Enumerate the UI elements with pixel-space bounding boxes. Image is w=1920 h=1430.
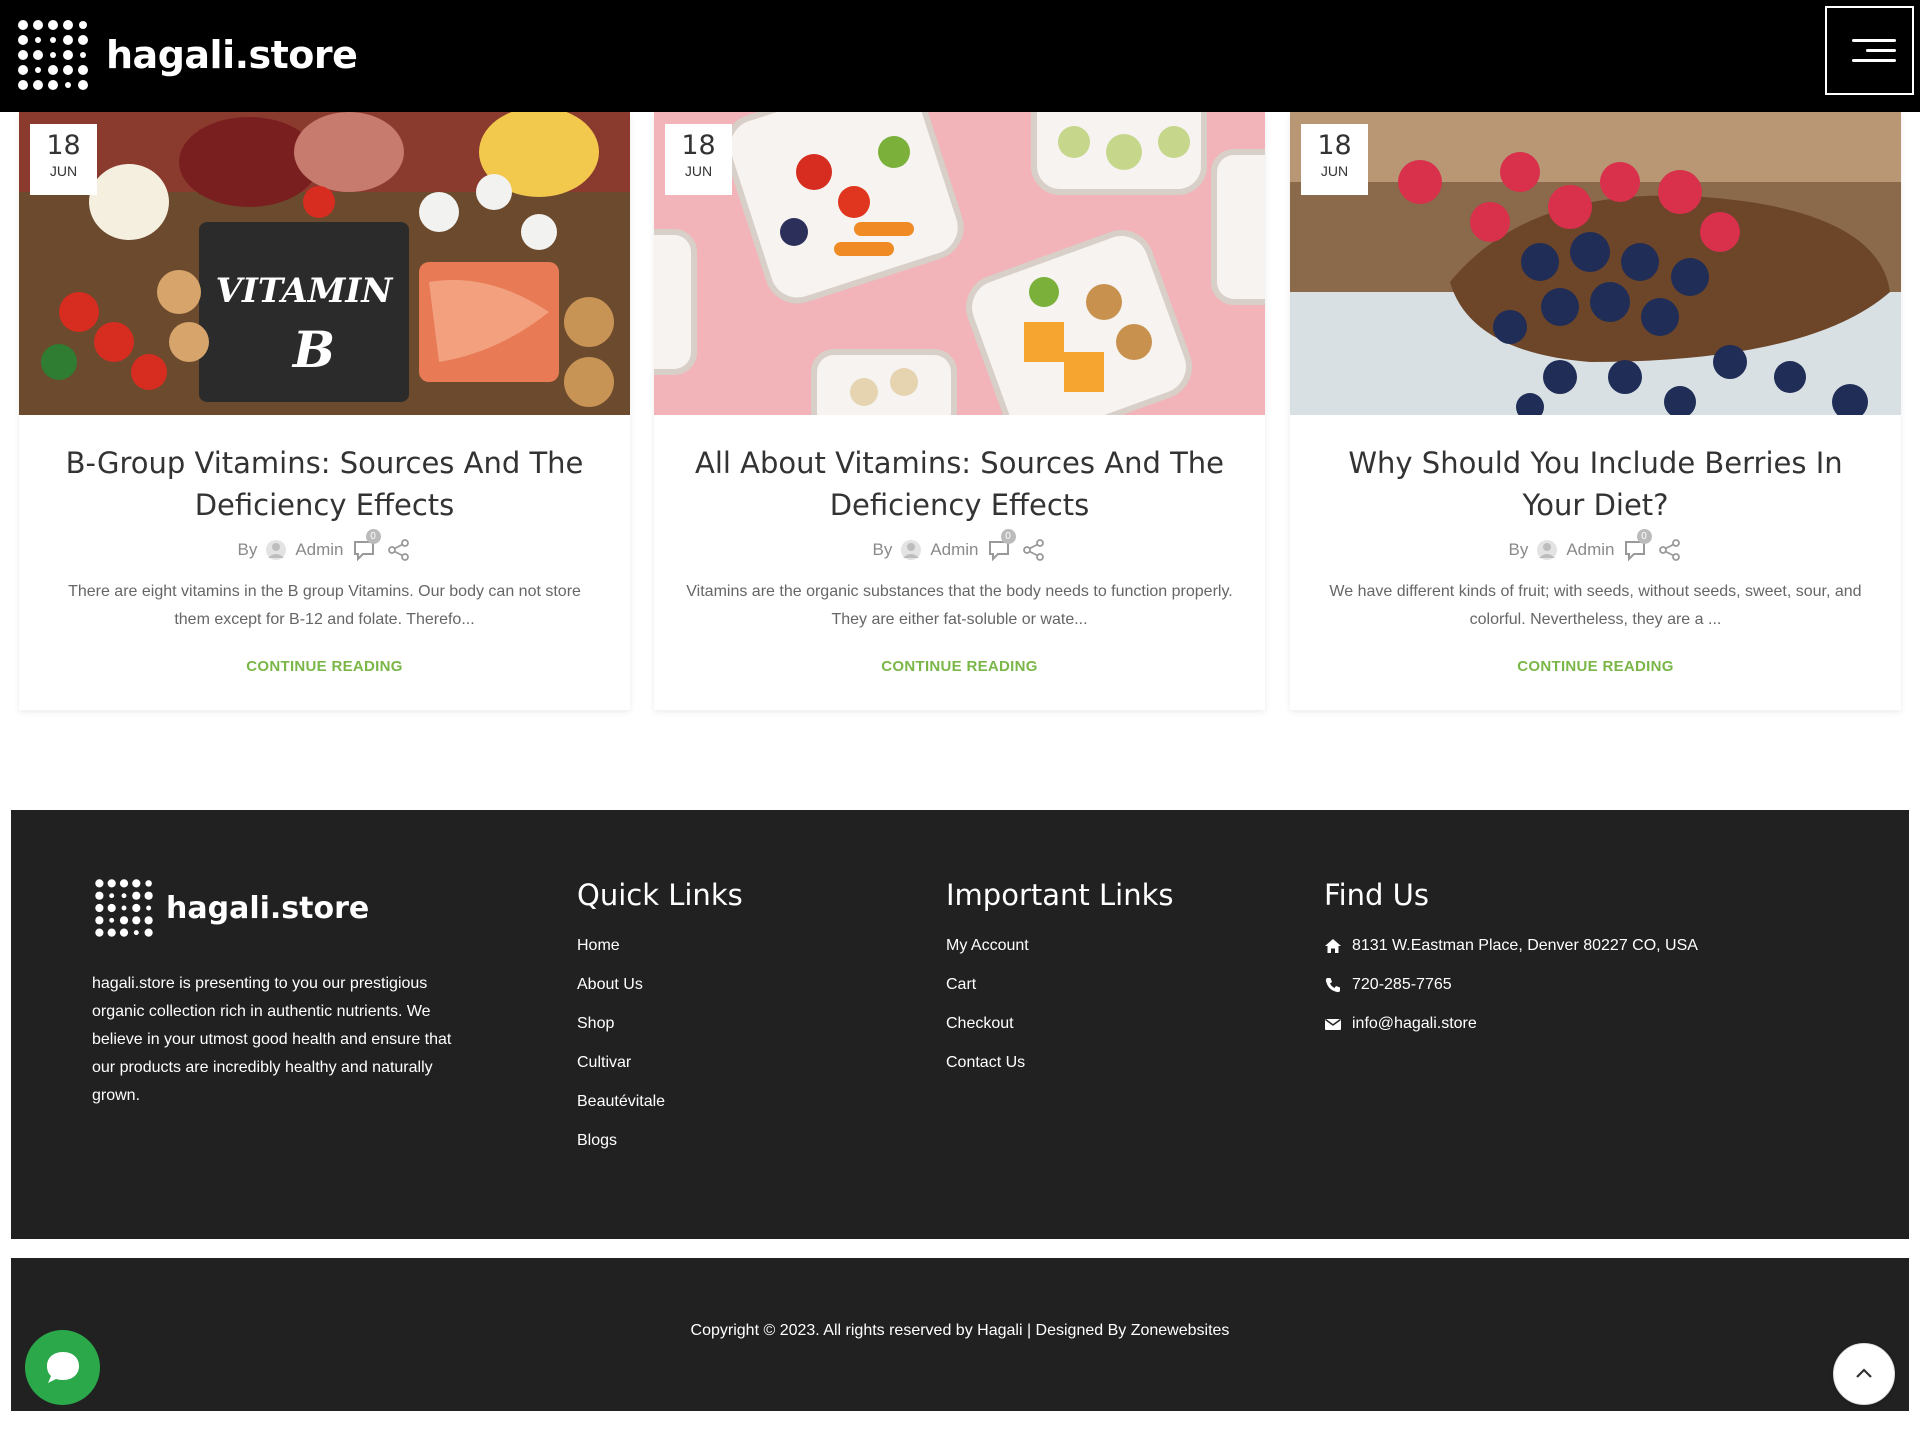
find-us-title: Find Us xyxy=(1324,878,1429,912)
logo-dots-icon xyxy=(18,20,88,90)
post-title[interactable]: B-Group Vitamins: Sources And The Defici… xyxy=(49,442,600,526)
footer-link-cultivar[interactable]: Cultivar xyxy=(577,1053,743,1073)
post-image[interactable]: VITAMIN B xyxy=(19,112,630,415)
share-icon[interactable] xyxy=(1657,537,1683,563)
post-meta: By Admin 0 xyxy=(654,529,1265,563)
copyright-text: Copyright © 2023. All rights reserved by… xyxy=(690,1322,1230,1339)
footer-link-shop[interactable]: Shop xyxy=(577,1014,743,1034)
post-excerpt: We have different kinds of fruit; with s… xyxy=(1329,583,1862,628)
post-date-badge: 18 JUN xyxy=(1301,124,1368,195)
post-card: VITAMIN B 18 JUN B-Group Vitamins: Sourc… xyxy=(19,112,630,710)
footer-address-text: 8131 W.Eastman Place, Denver 80227 CO, U… xyxy=(1352,937,1698,954)
comment-count: 0 xyxy=(365,529,381,544)
post-title[interactable]: All About Vitamins: Sources And The Defi… xyxy=(684,442,1235,526)
post-title[interactable]: Why Should You Include Berries In Your D… xyxy=(1320,442,1871,526)
share-icon[interactable] xyxy=(1021,537,1047,563)
post-author[interactable]: Admin xyxy=(1566,540,1614,560)
footer-link-contact-us[interactable]: Contact Us xyxy=(946,1053,1173,1073)
menu-button[interactable] xyxy=(1825,6,1914,95)
continue-reading-link[interactable]: CONTINUE READING xyxy=(1290,658,1901,675)
post-image[interactable] xyxy=(654,112,1265,415)
post-date-month: JUN xyxy=(684,163,713,179)
footer-link-blogs[interactable]: Blogs xyxy=(577,1131,743,1151)
post-comments[interactable]: 0 xyxy=(987,529,1016,563)
share-icon[interactable] xyxy=(386,537,412,563)
post-excerpt: There are eight vitamins in the B group … xyxy=(68,583,581,628)
chevron-up-icon xyxy=(1856,1368,1872,1378)
back-to-top-button[interactable] xyxy=(1833,1343,1895,1405)
footer-email[interactable]: info@hagali.store xyxy=(1324,1014,1698,1034)
envelope-icon xyxy=(1325,1018,1341,1030)
image-caption-vitamin: VITAMIN xyxy=(216,271,395,311)
blog-posts: VITAMIN B 18 JUN B-Group Vitamins: Sourc… xyxy=(19,112,1901,710)
footer-link-my-account[interactable]: My Account xyxy=(946,936,1173,956)
copyright-bar: Copyright © 2023. All rights reserved by… xyxy=(11,1258,1909,1411)
post-card: 18 JUN Why Should You Include Berries In… xyxy=(1290,112,1901,710)
footer-logo[interactable]: hagali.store xyxy=(92,876,369,940)
post-date-month: JUN xyxy=(1320,163,1349,179)
footer-link-beautevitale[interactable]: Beautévitale xyxy=(577,1092,743,1112)
phone-icon xyxy=(1325,978,1340,993)
post-card: 18 JUN All About Vitamins: Sources And T… xyxy=(654,112,1265,710)
find-us-section: Find Us 8131 W.Eastman Place, Denver 802… xyxy=(1324,878,1698,1053)
footer-link-cart[interactable]: Cart xyxy=(946,975,1173,995)
footer-link-checkout[interactable]: Checkout xyxy=(946,1014,1173,1034)
site-logo[interactable]: hagali.store xyxy=(14,16,358,94)
post-by-label: By xyxy=(237,540,258,559)
post-comments[interactable]: 0 xyxy=(352,529,381,563)
footer-logo-text: hagali.store xyxy=(166,890,370,926)
post-date-day: 18 xyxy=(1317,130,1352,161)
important-links-section: Important Links My Account Cart Checkout… xyxy=(946,878,1173,1092)
comment-count: 0 xyxy=(1636,529,1652,544)
chat-bubble-icon xyxy=(46,1351,79,1383)
post-excerpt: Vitamins are the organic substances that… xyxy=(686,583,1233,628)
footer-phone-text: 720-285-7765 xyxy=(1352,976,1452,993)
post-date-day: 18 xyxy=(681,130,716,161)
avatar-icon xyxy=(901,540,922,560)
site-header: hagali.store xyxy=(0,0,1920,112)
post-by-label: By xyxy=(1508,540,1529,559)
chat-button[interactable] xyxy=(25,1330,100,1405)
post-date-badge: 18 JUN xyxy=(665,124,732,195)
post-author[interactable]: Admin xyxy=(295,540,343,560)
post-by-label: By xyxy=(872,540,893,559)
post-author[interactable]: Admin xyxy=(930,540,978,560)
important-links-title: Important Links xyxy=(946,878,1174,912)
footer-address: 8131 W.Eastman Place, Denver 80227 CO, U… xyxy=(1324,936,1698,956)
post-meta: By Admin 0 xyxy=(19,529,630,563)
footer-phone[interactable]: 720-285-7765 xyxy=(1324,975,1698,995)
home-icon xyxy=(1325,939,1341,953)
site-footer: hagali.store hagali.store is presenting … xyxy=(11,810,1909,1239)
logo-dots-icon xyxy=(95,879,153,937)
footer-link-about-us[interactable]: About Us xyxy=(577,975,743,995)
hamburger-icon xyxy=(1852,39,1896,42)
quick-links-section: Quick Links Home About Us Shop Cultivar … xyxy=(577,878,743,1170)
post-comments[interactable]: 0 xyxy=(1623,529,1652,563)
post-image[interactable] xyxy=(1290,112,1901,415)
post-date-month: JUN xyxy=(49,163,78,179)
logo-text: hagali.store xyxy=(106,33,358,77)
post-date-badge: 18 JUN xyxy=(30,124,97,195)
footer-email-text: info@hagali.store xyxy=(1352,1015,1477,1032)
footer-about-text: hagali.store is presenting to you our pr… xyxy=(92,975,452,1104)
footer-link-home[interactable]: Home xyxy=(577,936,743,956)
continue-reading-link[interactable]: CONTINUE READING xyxy=(654,658,1265,675)
continue-reading-link[interactable]: CONTINUE READING xyxy=(19,658,630,675)
quick-links-title: Quick Links xyxy=(577,878,743,912)
comment-count: 0 xyxy=(1000,529,1016,544)
avatar-icon xyxy=(266,540,287,560)
image-caption-b: B xyxy=(291,320,335,379)
avatar-icon xyxy=(1537,540,1558,560)
post-meta: By Admin 0 xyxy=(1290,529,1901,563)
post-date-day: 18 xyxy=(46,130,81,161)
